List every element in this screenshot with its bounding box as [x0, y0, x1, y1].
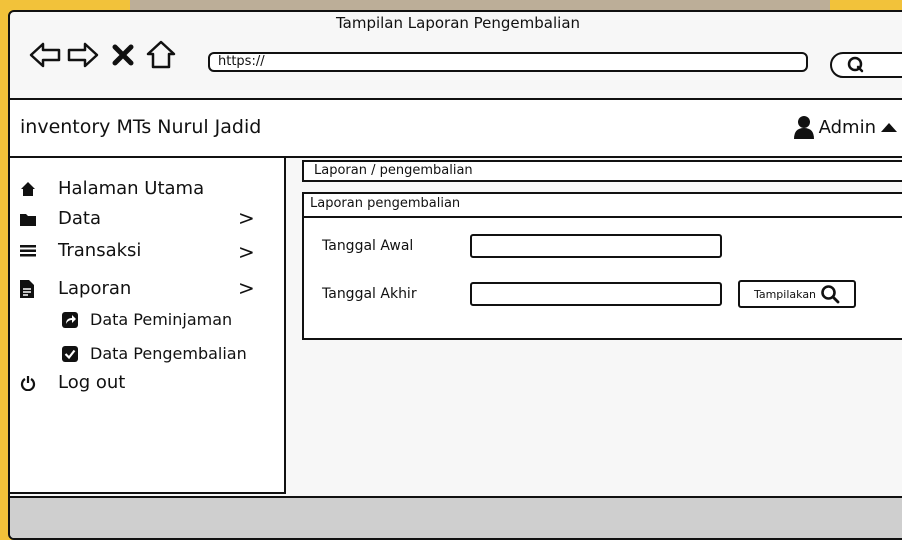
user-icon	[793, 116, 814, 139]
app-header: inventory MTs Nurul Jadid Admin	[10, 98, 902, 158]
sidebar-subitem-data-peminjaman[interactable]: Data Peminjaman	[62, 310, 232, 329]
window-title: Tampilan Laporan Pengembalian	[335, 14, 581, 32]
footer	[10, 496, 902, 538]
end-date-input[interactable]	[470, 282, 722, 306]
search-icon	[847, 56, 864, 73]
list-icon	[20, 244, 36, 256]
chevron-right-icon: >	[238, 240, 255, 264]
app-title: inventory MTs Nurul Jadid	[20, 116, 262, 138]
user-name: Admin	[818, 116, 876, 138]
show-report-button-label: Tampilakan	[753, 287, 817, 301]
folder-icon	[20, 213, 36, 226]
close-icon[interactable]	[106, 38, 140, 72]
sidebar-subitem-data-pengembalian[interactable]: Data Pengembalian	[62, 344, 247, 363]
show-report-button[interactable]: Tampilakan	[738, 280, 856, 308]
sidebar-subitem-label: Data Peminjaman	[90, 310, 233, 329]
url-input[interactable]: https://	[208, 52, 808, 72]
arrow-right-icon[interactable]	[66, 38, 100, 72]
sidebar-item-halaman-utama[interactable]: Halaman Utama	[20, 178, 204, 199]
sidebar-item-transaksi[interactable]: Transaksi	[20, 240, 141, 261]
sidebar-item-label: Data	[58, 208, 101, 229]
share-icon	[62, 311, 78, 328]
report-panel: Laporan pengembalian Tanggal Awal Tangga…	[302, 192, 902, 340]
end-date-label: Tanggal Akhir	[322, 286, 417, 302]
caret-up-icon	[881, 123, 897, 132]
browser-window: Tampilan Laporan Pengembalian https:// i…	[8, 10, 902, 540]
home-icon[interactable]	[144, 38, 178, 72]
sidebar-item-label: Halaman Utama	[58, 178, 205, 199]
home-icon	[21, 181, 35, 196]
breadcrumb: Laporan / pengembalian	[302, 160, 902, 182]
chevron-right-icon: >	[238, 276, 255, 300]
sidebar-item-label: Transaksi	[58, 240, 142, 261]
arrow-left-icon[interactable]	[28, 38, 62, 72]
sidebar-item-data[interactable]: Data	[20, 208, 101, 229]
chevron-right-icon: >	[238, 206, 255, 230]
power-icon	[20, 375, 36, 391]
sidebar-item-label: Laporan	[58, 278, 132, 299]
user-menu[interactable]: Admin	[793, 115, 898, 139]
start-date-input[interactable]	[470, 234, 722, 258]
panel-title: Laporan pengembalian	[304, 194, 902, 218]
background-strip	[130, 0, 830, 10]
start-date-label: Tanggal Awal	[322, 238, 414, 254]
checkbox-checked-icon	[62, 345, 78, 362]
sidebar-subitem-label: Data Pengembalian	[90, 344, 247, 363]
sidebar-item-laporan[interactable]: Laporan	[20, 278, 131, 299]
sidebar: Halaman Utama Data > Transaksi > Laporan…	[10, 158, 286, 494]
search-icon	[821, 285, 840, 304]
sidebar-item-logout[interactable]: Log out	[20, 372, 125, 393]
browser-search-button[interactable]	[830, 52, 902, 78]
sidebar-item-label: Log out	[58, 372, 126, 393]
document-icon	[20, 279, 34, 298]
